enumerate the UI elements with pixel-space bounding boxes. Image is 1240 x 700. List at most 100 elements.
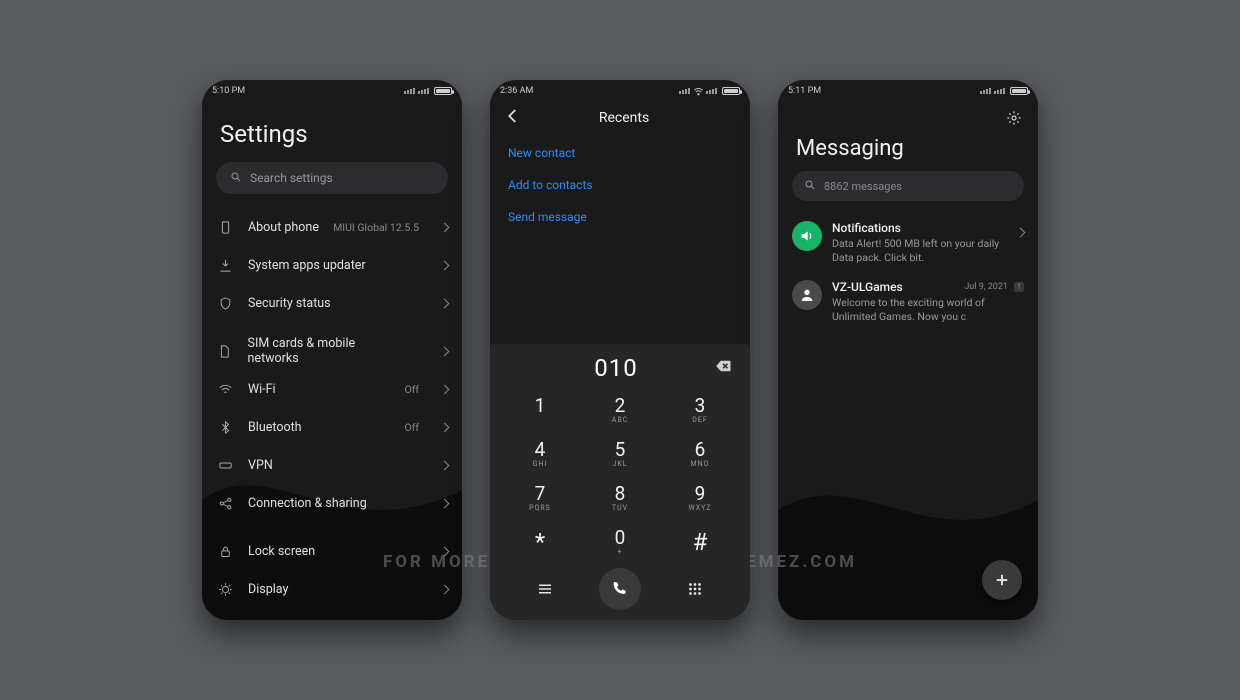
- menu-button[interactable]: [529, 573, 561, 605]
- compose-button[interactable]: [982, 560, 1022, 600]
- conversation-vz-ulgames[interactable]: VZ-ULGames Jul 9, 2021 1 Welcome to the …: [778, 272, 1038, 331]
- status-icons: [980, 87, 1028, 95]
- settings-item-system-updater[interactable]: System apps updater: [216, 246, 448, 284]
- speaker-icon: [792, 221, 822, 251]
- chevron-right-icon: [440, 498, 450, 508]
- signal-icon: [418, 88, 429, 94]
- status-bar: 5:11 PM: [778, 80, 1038, 98]
- settings-item-meta: Off: [404, 383, 419, 396]
- settings-item-lockscreen[interactable]: Lock screen: [216, 532, 448, 570]
- keypad-key-0[interactable]: 0+: [580, 520, 660, 564]
- settings-item-connection-sharing[interactable]: Connection & sharing: [216, 484, 448, 522]
- chevron-right-icon: [440, 460, 450, 470]
- keypad-key-star[interactable]: *: [500, 520, 580, 564]
- settings-item-bluetooth[interactable]: Bluetooth Off: [216, 408, 448, 446]
- backspace-button[interactable]: [714, 357, 732, 379]
- chevron-right-icon: [440, 422, 450, 432]
- keypad-key-9[interactable]: 9WXYZ: [660, 476, 740, 520]
- chevron-right-icon: [440, 222, 450, 232]
- keypad-key-6[interactable]: 6MNO: [660, 432, 740, 476]
- send-message-link[interactable]: Send message: [508, 210, 732, 224]
- settings-search[interactable]: Search settings: [216, 162, 448, 194]
- settings-list: About phone MIUI Global 12.5.5 System ap…: [202, 204, 462, 608]
- settings-item-security[interactable]: Security status: [216, 284, 448, 322]
- settings-item-label: About phone: [248, 220, 319, 235]
- keypad-key-5[interactable]: 5JKL: [580, 432, 660, 476]
- settings-item-display[interactable]: Display: [216, 570, 448, 608]
- signal-icon: [404, 88, 415, 94]
- settings-item-label: Lock screen: [248, 544, 315, 559]
- search-placeholder: 8862 messages: [824, 180, 902, 193]
- new-contact-link[interactable]: New contact: [508, 146, 732, 160]
- settings-item-label: Bluetooth: [248, 420, 302, 435]
- lock-icon: [216, 544, 234, 559]
- chevron-right-icon: [440, 260, 450, 270]
- conversation-preview: Data Alert! 500 MB left on your daily Da…: [832, 237, 1007, 264]
- settings-gear-button[interactable]: [1006, 110, 1022, 130]
- settings-item-label: Connection & sharing: [248, 496, 367, 511]
- chevron-right-icon: [440, 384, 450, 394]
- settings-item-sim[interactable]: SIM cards & mobile networks: [216, 332, 448, 370]
- keypad-key-1[interactable]: 1: [500, 388, 580, 432]
- dialed-number: 010: [530, 354, 702, 382]
- keypad-key-7[interactable]: 7PQRS: [500, 476, 580, 520]
- settings-screen: 5:10 PM Settings Search settings About p…: [202, 80, 462, 620]
- vpn-icon: [216, 458, 234, 473]
- clock: 2:36 AM: [500, 86, 533, 96]
- search-placeholder: Search settings: [250, 171, 333, 185]
- clock: 5:10 PM: [212, 86, 245, 96]
- settings-item-label: Wi-Fi: [248, 382, 276, 397]
- settings-item-label: Security status: [248, 296, 331, 311]
- page-title: Messaging: [778, 130, 1038, 171]
- sim-icon: [216, 344, 234, 359]
- chevron-right-icon: [440, 346, 450, 356]
- dialer-screen: 2:36 AM Recents New contact Add to conta…: [490, 80, 750, 620]
- status-icons: [404, 87, 452, 95]
- status-bar: 2:36 AM: [490, 80, 750, 98]
- signal-icon: [706, 88, 717, 94]
- settings-item-label: VPN: [248, 458, 273, 473]
- call-button[interactable]: [599, 568, 641, 610]
- keypad-key-3[interactable]: 3DEF: [660, 388, 740, 432]
- dialer-suggestions: New contact Add to contacts Send message: [490, 138, 750, 224]
- keypad-key-8[interactable]: 8TUV: [580, 476, 660, 520]
- add-to-contacts-link[interactable]: Add to contacts: [508, 178, 732, 192]
- chevron-right-icon: [440, 584, 450, 594]
- settings-item-label: SIM cards & mobile networks: [248, 336, 406, 366]
- wifi-icon: [216, 382, 234, 397]
- clock: 5:11 PM: [788, 86, 821, 96]
- conversation-notifications[interactable]: Notifications Data Alert! 500 MB left on…: [778, 213, 1038, 272]
- status-bar: 5:10 PM: [202, 80, 462, 98]
- page-title: Settings: [202, 98, 462, 162]
- conversation-date: Jul 9, 2021: [964, 282, 1008, 292]
- conversation-preview: Welcome to the exciting world of Unlimit…: [832, 296, 1024, 323]
- settings-item-meta: Off: [404, 421, 419, 434]
- settings-item-label: Display: [248, 582, 288, 597]
- chevron-right-icon: [440, 298, 450, 308]
- keypad: 1 2ABC 3DEF 4GHI 5JKL 6MNO 7PQRS 8TUV 9W…: [490, 388, 750, 564]
- settings-item-vpn[interactable]: VPN: [216, 446, 448, 484]
- signal-icon: [994, 88, 1005, 94]
- chevron-right-icon: [1016, 228, 1026, 238]
- dialpad-grid-button[interactable]: [679, 573, 711, 605]
- search-icon: [230, 171, 242, 186]
- keypad-key-2[interactable]: 2ABC: [580, 388, 660, 432]
- bluetooth-icon: [216, 420, 234, 435]
- shield-icon: [216, 296, 234, 311]
- keypad-key-hash[interactable]: #: [660, 520, 740, 564]
- settings-item-label: System apps updater: [248, 258, 366, 273]
- messages-search[interactable]: 8862 messages: [792, 171, 1024, 201]
- settings-item-about-phone[interactable]: About phone MIUI Global 12.5.5: [216, 208, 448, 246]
- conversation-name: Notifications: [832, 221, 901, 235]
- app-bar: Recents: [490, 98, 750, 138]
- settings-item-wifi[interactable]: Wi-Fi Off: [216, 370, 448, 408]
- keypad-key-4[interactable]: 4GHI: [500, 432, 580, 476]
- dialer-panel: 010 1 2ABC 3DEF 4GHI 5JKL 6MNO 7PQRS 8TU…: [490, 344, 750, 620]
- unread-badge: 1: [1014, 282, 1024, 292]
- person-icon: [792, 280, 822, 310]
- phone-info-icon: [216, 220, 234, 235]
- battery-icon: [722, 87, 740, 95]
- updater-icon: [216, 258, 234, 273]
- display-icon: [216, 582, 234, 597]
- messaging-screen: 5:11 PM Messaging 8862 messages Notifica…: [778, 80, 1038, 620]
